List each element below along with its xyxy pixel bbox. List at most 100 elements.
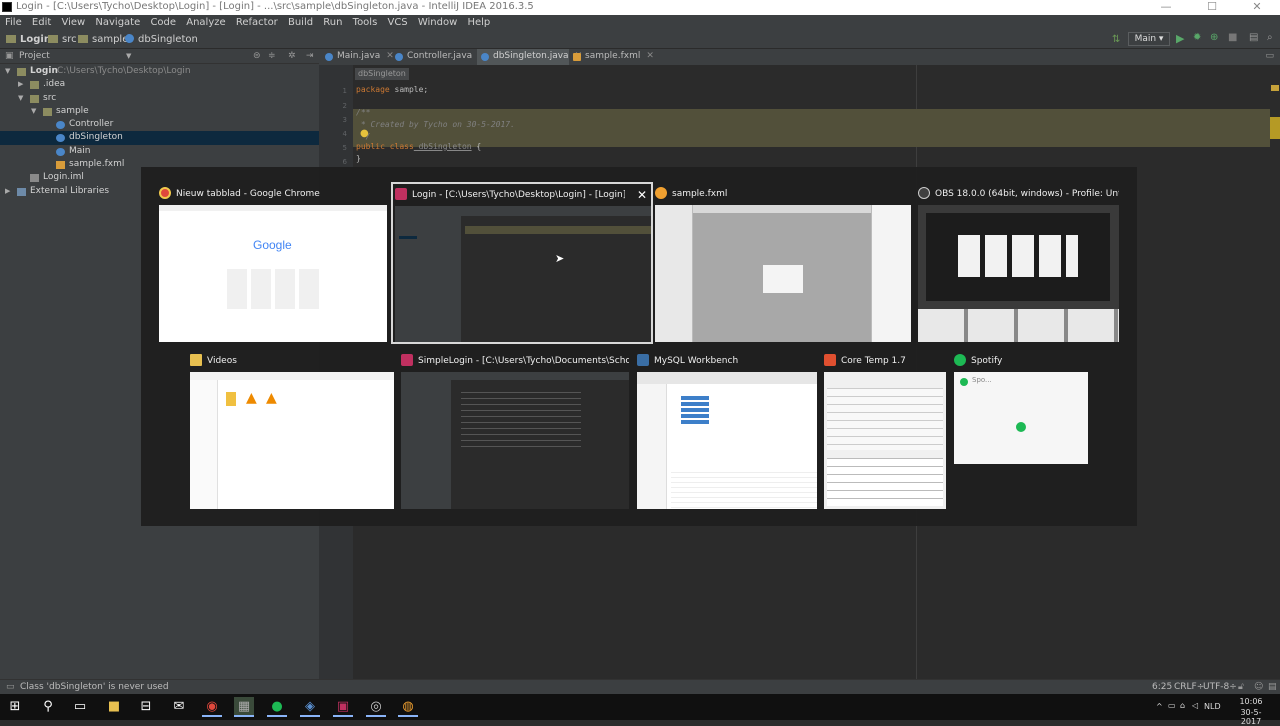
minimize-button[interactable]: — xyxy=(1143,0,1189,15)
crumb-dbsingleton[interactable]: dbSingleton xyxy=(125,34,198,45)
menu-navigate[interactable]: Navigate xyxy=(95,15,140,30)
lock-icon[interactable]: 🔓︎ xyxy=(1238,682,1244,692)
line-separator[interactable]: CRLF÷ xyxy=(1174,682,1204,692)
close-button[interactable]: ✕ xyxy=(1234,0,1280,15)
menu-help[interactable]: Help xyxy=(467,15,490,30)
menu-analyze[interactable]: Analyze xyxy=(186,15,225,30)
clock-date[interactable]: 30-5-2017 xyxy=(1232,708,1270,726)
tab-sample-fxml[interactable]: sample.fxml ✕ xyxy=(569,49,654,65)
tree-item-controller[interactable]: Controller xyxy=(0,118,319,131)
menu-tools[interactable]: Tools xyxy=(353,15,378,30)
coverage-icon[interactable]: ⊕ xyxy=(1210,32,1218,43)
search-icon[interactable]: ⚲ xyxy=(38,697,58,717)
run-configuration-select[interactable]: Main ▾ xyxy=(1128,32,1170,46)
warning-marker[interactable] xyxy=(1270,117,1280,139)
vcs-update-icon[interactable]: ⇅ xyxy=(1112,34,1120,45)
chevron-down-icon[interactable]: ▼ xyxy=(126,52,131,60)
scene-builder-taskbar-icon[interactable]: ▦ xyxy=(234,697,254,717)
tree-item-src[interactable]: ▼ src xyxy=(0,92,319,105)
debug-icon[interactable]: ✹ xyxy=(1193,32,1201,43)
sync-icon[interactable]: ⊜ xyxy=(253,51,261,61)
code-line-7[interactable]: } xyxy=(356,154,361,163)
tree-item-login[interactable]: ▼ Login C:\Users\Tycho\Desktop\Login xyxy=(0,65,319,78)
close-window-icon[interactable]: ✕ xyxy=(637,189,647,201)
switcher-window-obs[interactable]: OBS 18.0.0 (64bit, windows) - Profile: U… xyxy=(918,183,1119,343)
menu-window[interactable]: Window xyxy=(418,15,457,30)
file-explorer-icon[interactable]: ■ xyxy=(104,697,124,717)
menu-vcs[interactable]: VCS xyxy=(387,15,407,30)
tab-controller-java[interactable]: Controller.java✕ xyxy=(391,49,486,65)
code-line-6[interactable]: public class dbSingleton { xyxy=(356,142,481,151)
switcher-window-mysql-workbench[interactable]: MySQL Workbench xyxy=(637,350,817,510)
volume-icon[interactable]: ◁ xyxy=(1192,701,1198,710)
menu-build[interactable]: Build xyxy=(288,15,313,30)
chevron-up-icon[interactable]: ^ xyxy=(1156,702,1163,711)
store-icon[interactable]: ⊟ xyxy=(136,697,156,717)
tree-item-dbsingleton[interactable]: dbSingleton xyxy=(0,131,319,145)
fxml-icon xyxy=(56,161,65,170)
network-icon[interactable]: ⌂ xyxy=(1180,701,1185,710)
menu-view[interactable]: View xyxy=(61,15,85,30)
inspector-icon[interactable]: ☺︎ xyxy=(1254,682,1263,692)
tab-dbsingleton-java[interactable]: dbSingleton.java✕ xyxy=(477,49,582,65)
library-icon xyxy=(17,187,26,196)
tool-windows-icon[interactable]: ▭ xyxy=(6,682,15,692)
obs-taskbar-icon[interactable]: ◎ xyxy=(366,697,386,717)
chrome-taskbar-icon[interactable]: ◉ xyxy=(202,697,222,717)
gear-icon[interactable]: ✲ xyxy=(288,51,296,61)
crumb-project[interactable]: Login xyxy=(6,34,51,45)
chevron-right-icon[interactable]: ▶ xyxy=(5,185,10,198)
battery-icon[interactable]: ▭ xyxy=(1168,701,1176,710)
keyboard-language[interactable]: NLD xyxy=(1204,702,1221,711)
event-log-icon[interactable]: ▤ xyxy=(1268,682,1277,692)
chevron-down-icon[interactable]: ▼ xyxy=(5,65,10,78)
file-encoding[interactable]: UTF-8÷ xyxy=(1203,682,1237,692)
menu-run[interactable]: Run xyxy=(323,15,342,30)
search-everywhere-icon[interactable]: ⌕ xyxy=(1267,32,1273,43)
switcher-window-videos[interactable]: Videos ▲ ▲ xyxy=(190,350,394,510)
project-structure-icon[interactable]: ▤ xyxy=(1249,32,1258,43)
switcher-window-simplelogin[interactable]: SimpleLogin - [C:\Users\Tycho\Documents\… xyxy=(401,350,629,510)
intellij-taskbar-icon[interactable]: ▣ xyxy=(333,697,353,717)
hide-panel-icon[interactable]: ⇥ xyxy=(306,51,314,61)
project-panel-title[interactable]: Project xyxy=(19,51,50,61)
warning-marker[interactable] xyxy=(1271,85,1279,91)
menu-refactor[interactable]: Refactor xyxy=(236,15,278,30)
mail-icon[interactable]: ✉ xyxy=(169,697,189,717)
tree-item-idea[interactable]: ▶ .idea xyxy=(0,78,319,91)
switcher-window-spotify[interactable]: Spotify Spo... xyxy=(954,350,1090,510)
caret-position[interactable]: 6:25 xyxy=(1152,682,1172,692)
tab-overflow-icon[interactable]: ▭ xyxy=(1265,51,1274,61)
switcher-window-chrome[interactable]: Nieuw tabblad - Google Chrome Google xyxy=(159,183,389,343)
close-tab-icon[interactable]: ✕ xyxy=(646,51,654,61)
spotify-taskbar-icon[interactable]: ● xyxy=(267,697,287,717)
chevron-down-icon[interactable]: ▼ xyxy=(18,92,23,105)
stop-icon[interactable]: ■ xyxy=(1228,32,1237,43)
clock-time[interactable]: 10:06 xyxy=(1232,697,1270,706)
menu-code[interactable]: Code xyxy=(150,15,176,30)
menu-edit[interactable]: Edit xyxy=(32,15,51,30)
code-line-3[interactable]: /** xyxy=(356,108,370,117)
project-panel-icon: ▣ xyxy=(5,51,14,61)
menu-file[interactable]: File xyxy=(5,15,22,30)
switcher-window-core-temp[interactable]: Core Temp 1.7 xyxy=(824,350,946,510)
code-line-4[interactable]: * Created by Tycho on 30-5-2017. xyxy=(356,120,515,129)
code-line-1[interactable]: package sample; xyxy=(356,85,428,94)
switcher-window-intellij-login[interactable]: Login - [C:\Users\Tycho\Desktop\Login] -… xyxy=(391,182,653,344)
crumb-src[interactable]: src xyxy=(48,34,77,45)
start-button[interactable]: ⊞ xyxy=(5,697,25,717)
switcher-window-sample-fxml[interactable]: Videossample.fxml xyxy=(655,183,911,343)
mysql-workbench-taskbar-icon[interactable]: ◈ xyxy=(300,697,320,717)
collapse-icon[interactable]: ≑ xyxy=(268,51,276,61)
chevron-down-icon[interactable]: ▼ xyxy=(31,105,36,118)
core-temp-taskbar-icon[interactable]: ◍ xyxy=(398,697,418,717)
tab-main-java[interactable]: Main.java ✕ xyxy=(321,49,394,65)
tree-item-main[interactable]: Main xyxy=(0,145,319,158)
tree-item-sample[interactable]: ▼ sample xyxy=(0,105,319,118)
maximize-button[interactable]: ☐ xyxy=(1189,0,1235,15)
lightbulb-icon[interactable]: ● xyxy=(360,128,369,139)
crumb-sample[interactable]: sample xyxy=(78,34,128,45)
task-view-icon[interactable]: ▭ xyxy=(70,697,90,717)
chevron-right-icon[interactable]: ▶ xyxy=(18,78,23,91)
run-icon[interactable]: ▶ xyxy=(1176,32,1184,45)
